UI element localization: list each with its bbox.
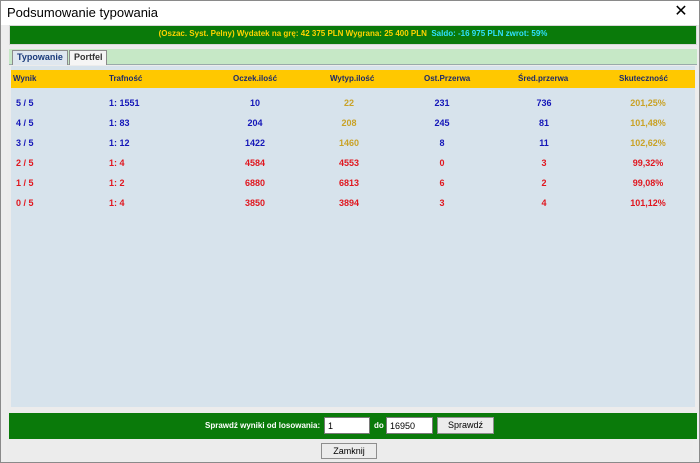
check-label: Sprawdź wyniki od losowania: xyxy=(205,421,321,430)
cell-sred-przerwa: 4 xyxy=(541,198,547,208)
cell-trafnosc: 1: 83 xyxy=(109,118,130,128)
cell-wytyp: 6813 xyxy=(338,178,360,188)
summary-window: Podsumowanie typowania ✕ (Oszac. Syst. P… xyxy=(0,0,700,463)
cell-sred-przerwa: 81 xyxy=(538,118,550,128)
cell-skutecznosc: 101,12% xyxy=(630,198,666,208)
check-button[interactable]: Sprawdź xyxy=(437,417,494,434)
summary-bar: (Oszac. Syst. Pelny) Wydatek na grę: 42 … xyxy=(9,25,697,45)
table-row: 1 / 5 1: 2 6880 6813 6 2 99,08% xyxy=(11,174,695,192)
col-header-ost-przerwa: Ost.Przerwa xyxy=(424,74,471,83)
cell-oczek: 1422 xyxy=(244,138,266,148)
close-button[interactable]: Zamknij xyxy=(321,443,377,459)
table-row: 4 / 5 1: 83 204 208 245 81 101,48% xyxy=(11,114,695,132)
cell-wytyp: 1460 xyxy=(338,138,360,148)
cell-skutecznosc: 101,48% xyxy=(630,118,666,128)
table-row: 5 / 5 1: 1551 10 22 231 736 201,25% xyxy=(11,94,695,112)
cell-sred-przerwa: 3 xyxy=(541,158,547,168)
cell-trafnosc: 1: 2 xyxy=(109,178,125,188)
title-bar: Podsumowanie typowania ✕ xyxy=(1,1,699,25)
cell-sred-przerwa: 736 xyxy=(536,98,552,108)
cell-wynik: 0 / 5 xyxy=(16,198,34,208)
col-header-skutecznosc: Skuteczność xyxy=(619,74,668,83)
summary-line: (Oszac. Syst. Pelny) Wydatek na grę: 42 … xyxy=(10,29,696,38)
window-title: Podsumowanie typowania xyxy=(7,5,159,20)
cell-ost-przerwa: 231 xyxy=(434,98,450,108)
cell-ost-przerwa: 245 xyxy=(434,118,450,128)
cell-oczek: 10 xyxy=(249,98,261,108)
cell-skutecznosc: 201,25% xyxy=(630,98,666,108)
cell-wytyp: 4553 xyxy=(338,158,360,168)
cell-wynik: 3 / 5 xyxy=(16,138,34,148)
content-area: (Oszac. Syst. Pelny) Wydatek na grę: 42 … xyxy=(7,25,697,461)
summary-spend-win: (Oszac. Syst. Pelny) Wydatek na grę: 42 … xyxy=(158,29,427,38)
col-header-trafnosc: Trafność xyxy=(109,74,143,83)
cell-skutecznosc: 99,08% xyxy=(632,178,664,188)
to-label: do xyxy=(374,421,384,430)
cell-oczek: 3850 xyxy=(244,198,266,208)
cell-trafnosc: 1: 4 xyxy=(109,158,125,168)
table-row: 0 / 5 1: 4 3850 3894 3 4 101,12% xyxy=(11,194,695,212)
col-header-wynik: Wynik xyxy=(13,74,37,83)
cell-ost-przerwa: 3 xyxy=(439,198,445,208)
cell-oczek: 204 xyxy=(247,118,263,128)
table-row: 3 / 5 1: 12 1422 1460 8 11 102,62% xyxy=(11,134,695,152)
cell-wynik: 2 / 5 xyxy=(16,158,34,168)
cell-ost-przerwa: 0 xyxy=(439,158,445,168)
cell-skutecznosc: 102,62% xyxy=(630,138,666,148)
cell-wytyp: 22 xyxy=(343,98,355,108)
tab-bar: Typowanie Portfel xyxy=(9,49,697,65)
results-panel: Wynik Trafność Oczek.ilość Wytyp.ilość O… xyxy=(11,66,695,407)
tab-typowanie[interactable]: Typowanie xyxy=(12,50,68,65)
to-draw-input[interactable] xyxy=(386,417,433,434)
summary-balance-return: Saldo: -16 975 PLN zwrot: 59% xyxy=(431,29,548,38)
cell-ost-przerwa: 8 xyxy=(439,138,445,148)
cell-wytyp: 3894 xyxy=(338,198,360,208)
check-bar: Sprawdź wyniki od losowania: do Sprawdź xyxy=(9,413,697,439)
tab-portfel[interactable]: Portfel xyxy=(69,50,107,65)
cell-ost-przerwa: 6 xyxy=(439,178,445,188)
cell-sred-przerwa: 11 xyxy=(539,138,549,148)
cell-trafnosc: 1: 1551 xyxy=(109,98,140,108)
cell-trafnosc: 1: 12 xyxy=(109,138,130,148)
cell-wytyp: 208 xyxy=(341,118,357,128)
cell-wynik: 5 / 5 xyxy=(16,98,34,108)
close-icon[interactable]: ✕ xyxy=(663,1,699,25)
table-row: 2 / 5 1: 4 4584 4553 0 3 99,32% xyxy=(11,154,695,172)
cell-oczek: 4584 xyxy=(244,158,266,168)
cell-trafnosc: 1: 4 xyxy=(109,198,125,208)
cell-sred-przerwa: 2 xyxy=(541,178,547,188)
table-header: Wynik Trafność Oczek.ilość Wytyp.ilość O… xyxy=(11,70,695,88)
col-header-sred-przerwa: Śred.przerwa xyxy=(518,74,569,83)
cell-oczek: 6880 xyxy=(244,178,266,188)
cell-wynik: 4 / 5 xyxy=(16,118,34,128)
cell-skutecznosc: 99,32% xyxy=(632,158,664,168)
col-header-oczek: Oczek.ilość xyxy=(233,74,278,83)
cell-wynik: 1 / 5 xyxy=(16,178,34,188)
from-draw-input[interactable] xyxy=(324,417,370,434)
col-header-wytyp: Wytyp.ilość xyxy=(330,74,375,83)
